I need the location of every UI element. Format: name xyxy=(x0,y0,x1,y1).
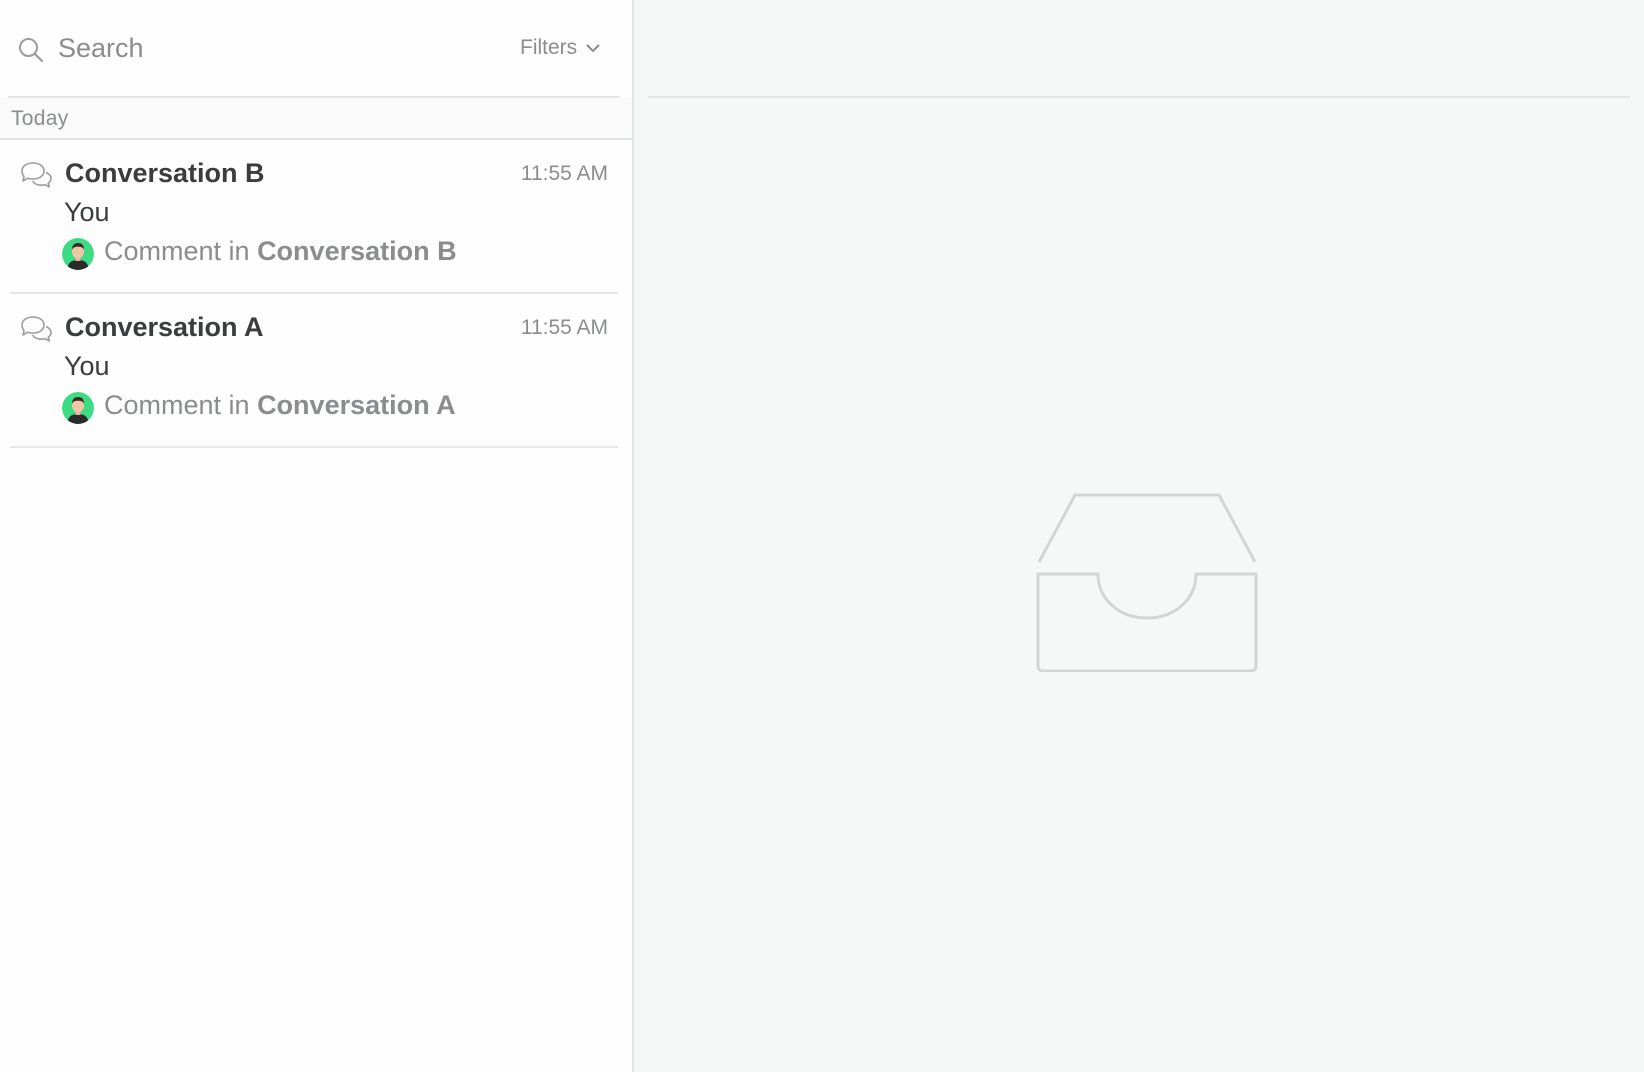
conversation-title: Conversation B xyxy=(65,158,265,188)
section-header: Today xyxy=(0,98,632,140)
conversation-preview: Comment in Conversation A xyxy=(104,390,456,421)
conversation-author: You xyxy=(64,197,110,227)
conversation-list: Conversation B 11:55 AM You Comment in C… xyxy=(0,140,632,448)
conversation-time: 11:55 AM xyxy=(520,316,608,339)
user-avatar xyxy=(62,238,94,270)
user-avatar xyxy=(62,392,94,424)
chat-bubbles-icon xyxy=(21,316,52,342)
preview-prefix: Comment in xyxy=(104,390,250,420)
filters-button[interactable]: Filters xyxy=(520,32,601,64)
conversation-item[interactable]: Conversation B 11:55 AM You Comment in C… xyxy=(10,140,618,294)
preview-prefix: Comment in xyxy=(104,236,250,266)
search-bar: Filters xyxy=(0,0,632,96)
conversation-time: 11:55 AM xyxy=(520,162,608,185)
preview-target: Conversation A xyxy=(257,390,456,420)
app-window: Filters Today Conversation B 11:55 AM Yo… xyxy=(0,0,1644,1072)
conversation-item[interactable]: Conversation A 11:55 AM You Comment in C… xyxy=(10,294,618,448)
filters-label: Filters xyxy=(520,36,578,59)
detail-header xyxy=(648,0,1630,98)
conversation-preview: Comment in Conversation B xyxy=(104,236,457,267)
conversation-list-pane: Filters Today Conversation B 11:55 AM Yo… xyxy=(0,0,634,1072)
preview-target: Conversation B xyxy=(257,236,457,266)
conversation-detail-pane xyxy=(634,0,1644,1072)
chat-bubbles-icon xyxy=(21,162,52,188)
empty-inbox-icon xyxy=(1036,493,1258,672)
section-label: Today xyxy=(11,107,69,130)
search-icon xyxy=(19,38,44,63)
search-input[interactable] xyxy=(58,28,478,68)
chevron-down-icon xyxy=(586,44,600,53)
conversation-title: Conversation A xyxy=(65,312,264,342)
conversation-author: You xyxy=(64,351,110,381)
